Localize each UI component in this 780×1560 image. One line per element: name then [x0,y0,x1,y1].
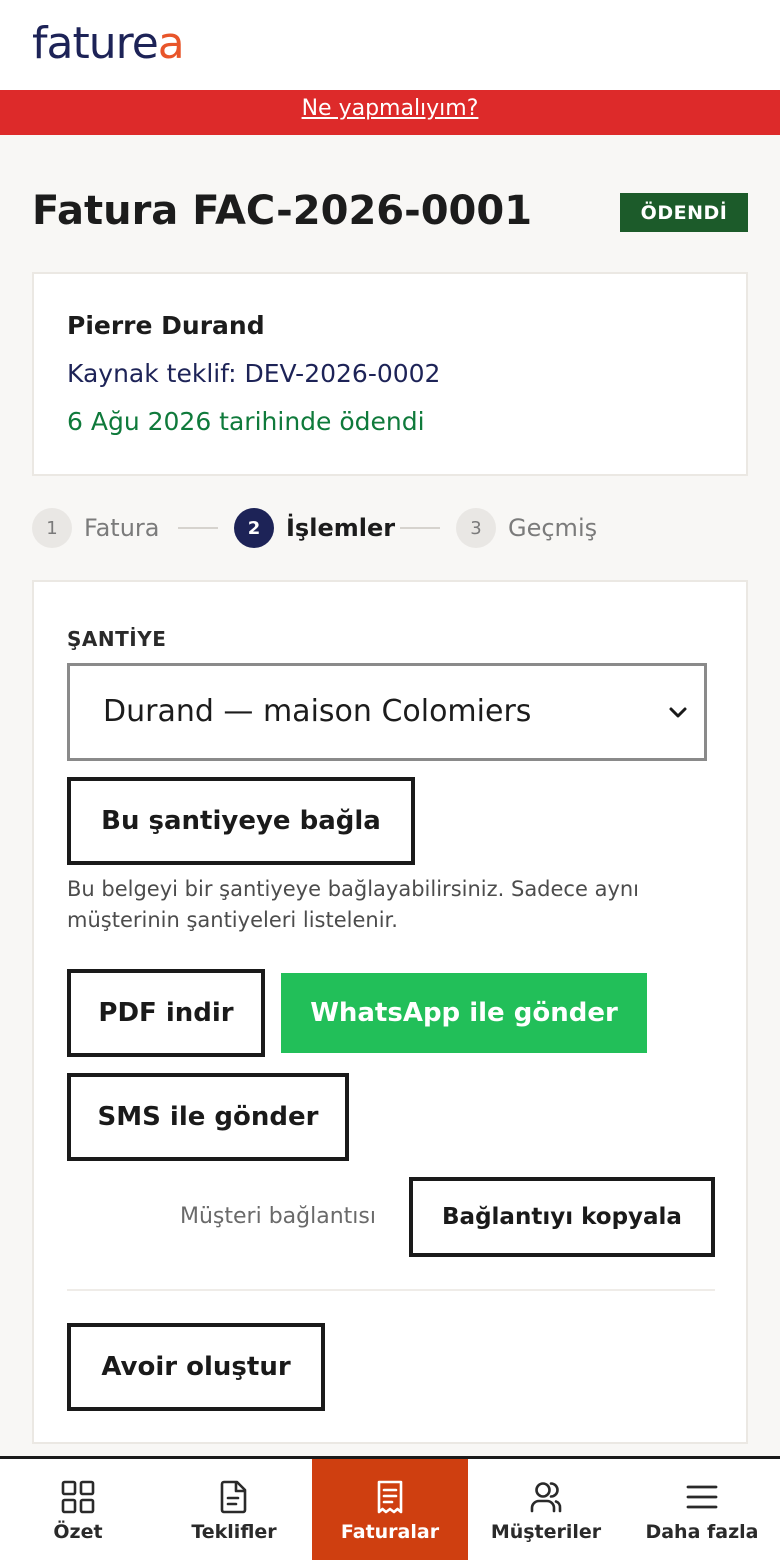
site-select-value: Durand — maison Colomiers [103,694,532,729]
step-connector [178,527,218,529]
step-number: 2 [234,508,274,548]
site-help-text: Bu belgeyi bir şantiyeye bağlayabilirsin… [67,877,640,932]
step-label: Fatura [84,514,160,542]
source-quote[interactable]: Kaynak teklif: DEV-2026-0002 [67,359,440,388]
site-field-label: ŞANTİYE [67,627,167,651]
whatsapp-send-button[interactable]: WhatsApp ile gönder [281,973,647,1053]
step-gecmis[interactable]: 3 Geçmiş [456,508,597,548]
nav-label: Müşteriler [490,1521,602,1543]
step-label: Geçmiş [508,514,598,542]
step-label: İşlemler [286,514,396,542]
nav-item-teklifler[interactable]: Teklifler [156,1459,312,1560]
app-header: faturea [0,0,780,90]
client-name: Pierre Durand [67,311,265,340]
document-icon [220,1480,247,1514]
invoice-info-card: Pierre Durand Kaynak teklif: DEV-2026-00… [32,272,748,476]
credit-note-button[interactable]: Avoir oluştur [67,1323,325,1411]
logo-text-accent: a [157,18,185,69]
nav-label: Daha fazla [645,1521,759,1543]
chevron-down-icon [669,707,687,718]
nav-item-musteriler[interactable]: Müşteriler [468,1459,624,1560]
step-number: 1 [32,508,72,548]
site-select[interactable]: Durand — maison Colomiers [67,663,707,761]
link-site-button[interactable]: Bu şantiyeye bağla [67,777,415,865]
sms-send-button[interactable]: SMS ile gönder [67,1073,349,1161]
menu-icon [686,1485,718,1509]
nav-item-ozet[interactable]: Özet [0,1459,156,1560]
paid-date: 6 Ağu 2026 tarihinde ödendi [67,407,425,436]
receipt-icon [377,1480,403,1514]
help-link[interactable]: Ne yapmalıyım? [302,90,479,128]
nav-item-daha-fazla[interactable]: Daha fazla [624,1459,780,1560]
help-banner: Ne yapmalıyım? [0,90,780,135]
nav-label: Teklifler [191,1521,277,1543]
step-indicator: 1 Fatura 2 İşlemler 3 Geçmiş [32,508,748,548]
client-link-label: Müşteri bağlantısı [180,1204,376,1229]
nav-item-faturalar[interactable]: Faturalar [312,1459,468,1560]
status-badge: ÖDENDİ [620,193,748,232]
nav-label: Özet [53,1521,103,1543]
users-icon [530,1482,562,1513]
grid-icon [61,1480,95,1514]
pdf-download-button[interactable]: PDF indir [67,969,265,1057]
actions-card: ŞANTİYE Durand — maison Colomiers Bu şan… [32,580,748,1444]
nav-label: Faturalar [340,1521,440,1543]
bottom-navigation: Özet Teklifler Faturalar Müşteriler Daha… [0,1456,780,1560]
step-islemler[interactable]: 2 İşlemler [234,508,395,548]
page-title: Fatura FAC-2026-0001 [32,188,533,234]
copy-link-button[interactable]: Bağlantıyı kopyala [409,1177,715,1257]
logo-text-main: fature [32,18,159,69]
step-number: 3 [456,508,496,548]
step-fatura[interactable]: 1 Fatura [32,508,160,548]
step-connector [400,527,440,529]
faturea-logo[interactable]: faturea [32,18,185,69]
section-divider [67,1289,715,1291]
